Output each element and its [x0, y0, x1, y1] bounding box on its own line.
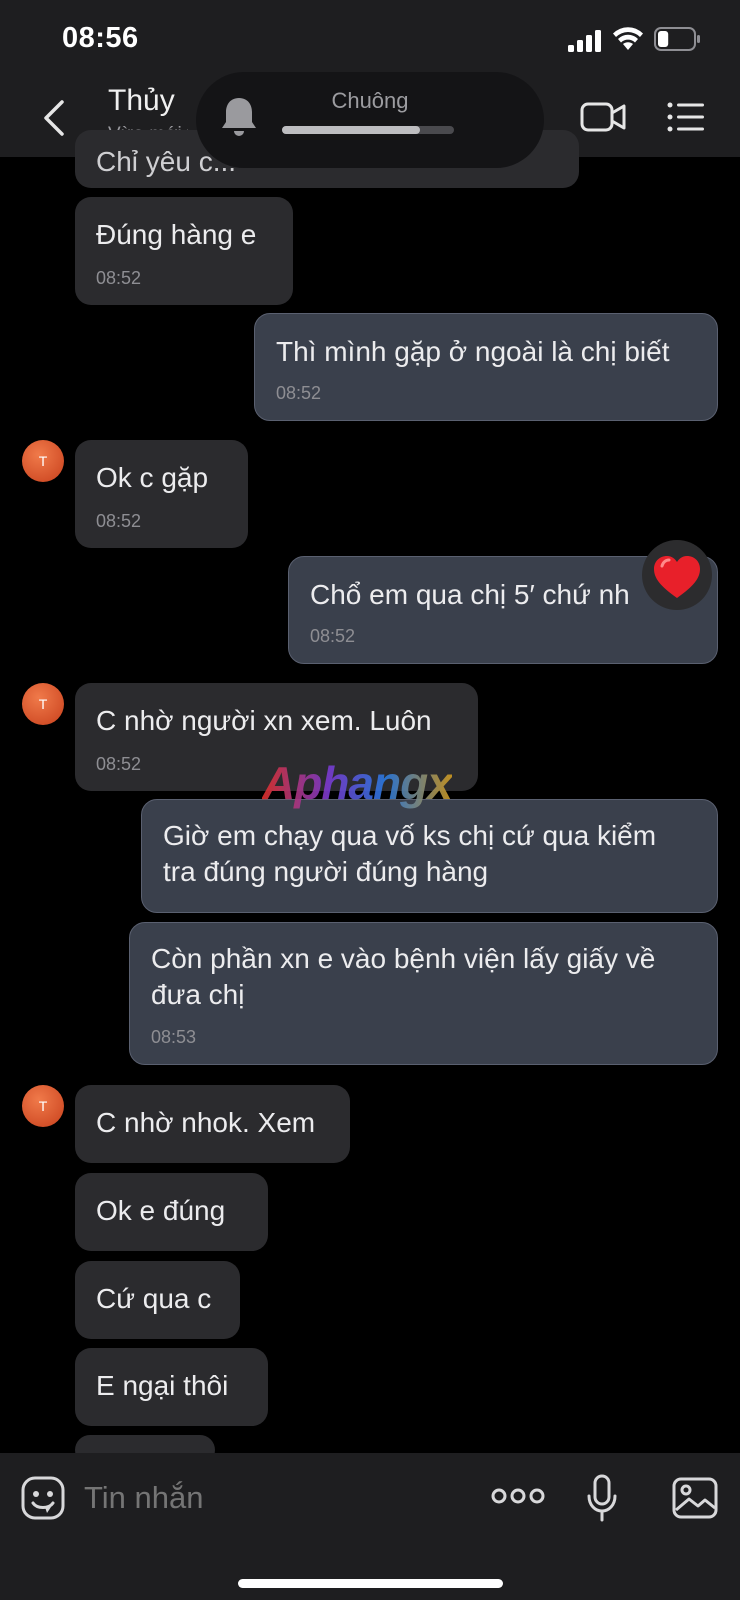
- status-time: 08:56: [62, 22, 139, 54]
- message-text: Ok e đúng: [96, 1195, 226, 1226]
- message-text-line: Giờ em chạy qua vố ks chị cứ qua kiểm: [163, 820, 657, 851]
- message-bubble-outgoing[interactable]: Giờ em chạy qua vố ks chị cứ qua kiểm tr…: [141, 799, 718, 913]
- battery-icon: [654, 27, 700, 51]
- back-icon[interactable]: [38, 98, 74, 138]
- message-text-line: Còn phần xn e vào bệnh viện lấy giấy về: [151, 943, 656, 974]
- message-bubble-incoming[interactable]: Cứ qua c: [75, 1261, 240, 1339]
- ringtone-volume-bar: [282, 126, 454, 134]
- composer-bar: [0, 1453, 740, 1600]
- avatar[interactable]: T: [22, 683, 64, 725]
- message-time: 08:52: [96, 511, 142, 531]
- message-bubble-incoming[interactable]: C nhờ nhok. Xem: [75, 1085, 350, 1163]
- heart-reaction[interactable]: [642, 540, 712, 610]
- message-time: 08:52: [310, 626, 356, 646]
- message-input[interactable]: [84, 1473, 454, 1523]
- message-text-line: đưa chị: [151, 979, 245, 1010]
- message-text: Thì mình gặp ở ngoài là chị biết: [276, 336, 670, 367]
- gallery-icon[interactable]: [672, 1477, 718, 1519]
- message-bubble-outgoing[interactable]: Thì mình gặp ở ngoài là chị biết 08:52: [254, 313, 718, 421]
- message-bubble-outgoing[interactable]: Còn phần xn e vào bệnh viện lấy giấy về …: [129, 922, 718, 1065]
- heart-icon: [654, 556, 700, 598]
- wifi-icon: [613, 27, 643, 50]
- message-text: E ngại thôi: [96, 1370, 229, 1401]
- message-text: Đúng hàng e: [96, 219, 257, 250]
- menu-list-icon[interactable]: [666, 100, 706, 134]
- watermark-text: Aphangx: [262, 757, 453, 809]
- avatar[interactable]: T: [22, 1085, 64, 1127]
- signal-icon: [568, 30, 601, 52]
- more-options-icon[interactable]: [490, 1483, 546, 1509]
- message-text: C nhờ nhok. Xem: [96, 1107, 316, 1138]
- sticker-icon[interactable]: [20, 1475, 66, 1521]
- message-time: 08:52: [276, 383, 322, 403]
- message-time: 08:52: [96, 754, 142, 774]
- ringtone-volume-fill: [282, 126, 420, 134]
- video-call-icon[interactable]: [580, 100, 626, 134]
- microphone-icon[interactable]: [586, 1473, 618, 1523]
- message-bubble-incoming[interactable]: Ok e đúng: [75, 1173, 268, 1251]
- message-time: 08:52: [96, 268, 142, 288]
- message-bubble-incoming[interactable]: Ok c gặp 08:52: [75, 440, 248, 548]
- watermark: Aphangx: [262, 756, 453, 810]
- message-text: Cứ qua c: [96, 1283, 212, 1314]
- message-text: Ok c gặp: [96, 462, 209, 493]
- avatar[interactable]: T: [22, 440, 64, 482]
- message-text: C nhờ người xn xem. Luôn: [96, 705, 432, 736]
- message-time: 08:53: [151, 1027, 197, 1047]
- bell-icon: [222, 98, 256, 136]
- message-text-line: tra đúng người đúng hàng: [163, 856, 489, 887]
- message-bubble-incoming[interactable]: Đúng hàng e 08:52: [75, 197, 293, 305]
- message-text: Chổ em qua chị 5′ chứ nh: [310, 579, 630, 610]
- message-bubble-incoming[interactable]: E ngại thôi: [75, 1348, 268, 1426]
- home-indicator[interactable]: [238, 1579, 503, 1588]
- contact-name[interactable]: Thủy: [108, 84, 175, 118]
